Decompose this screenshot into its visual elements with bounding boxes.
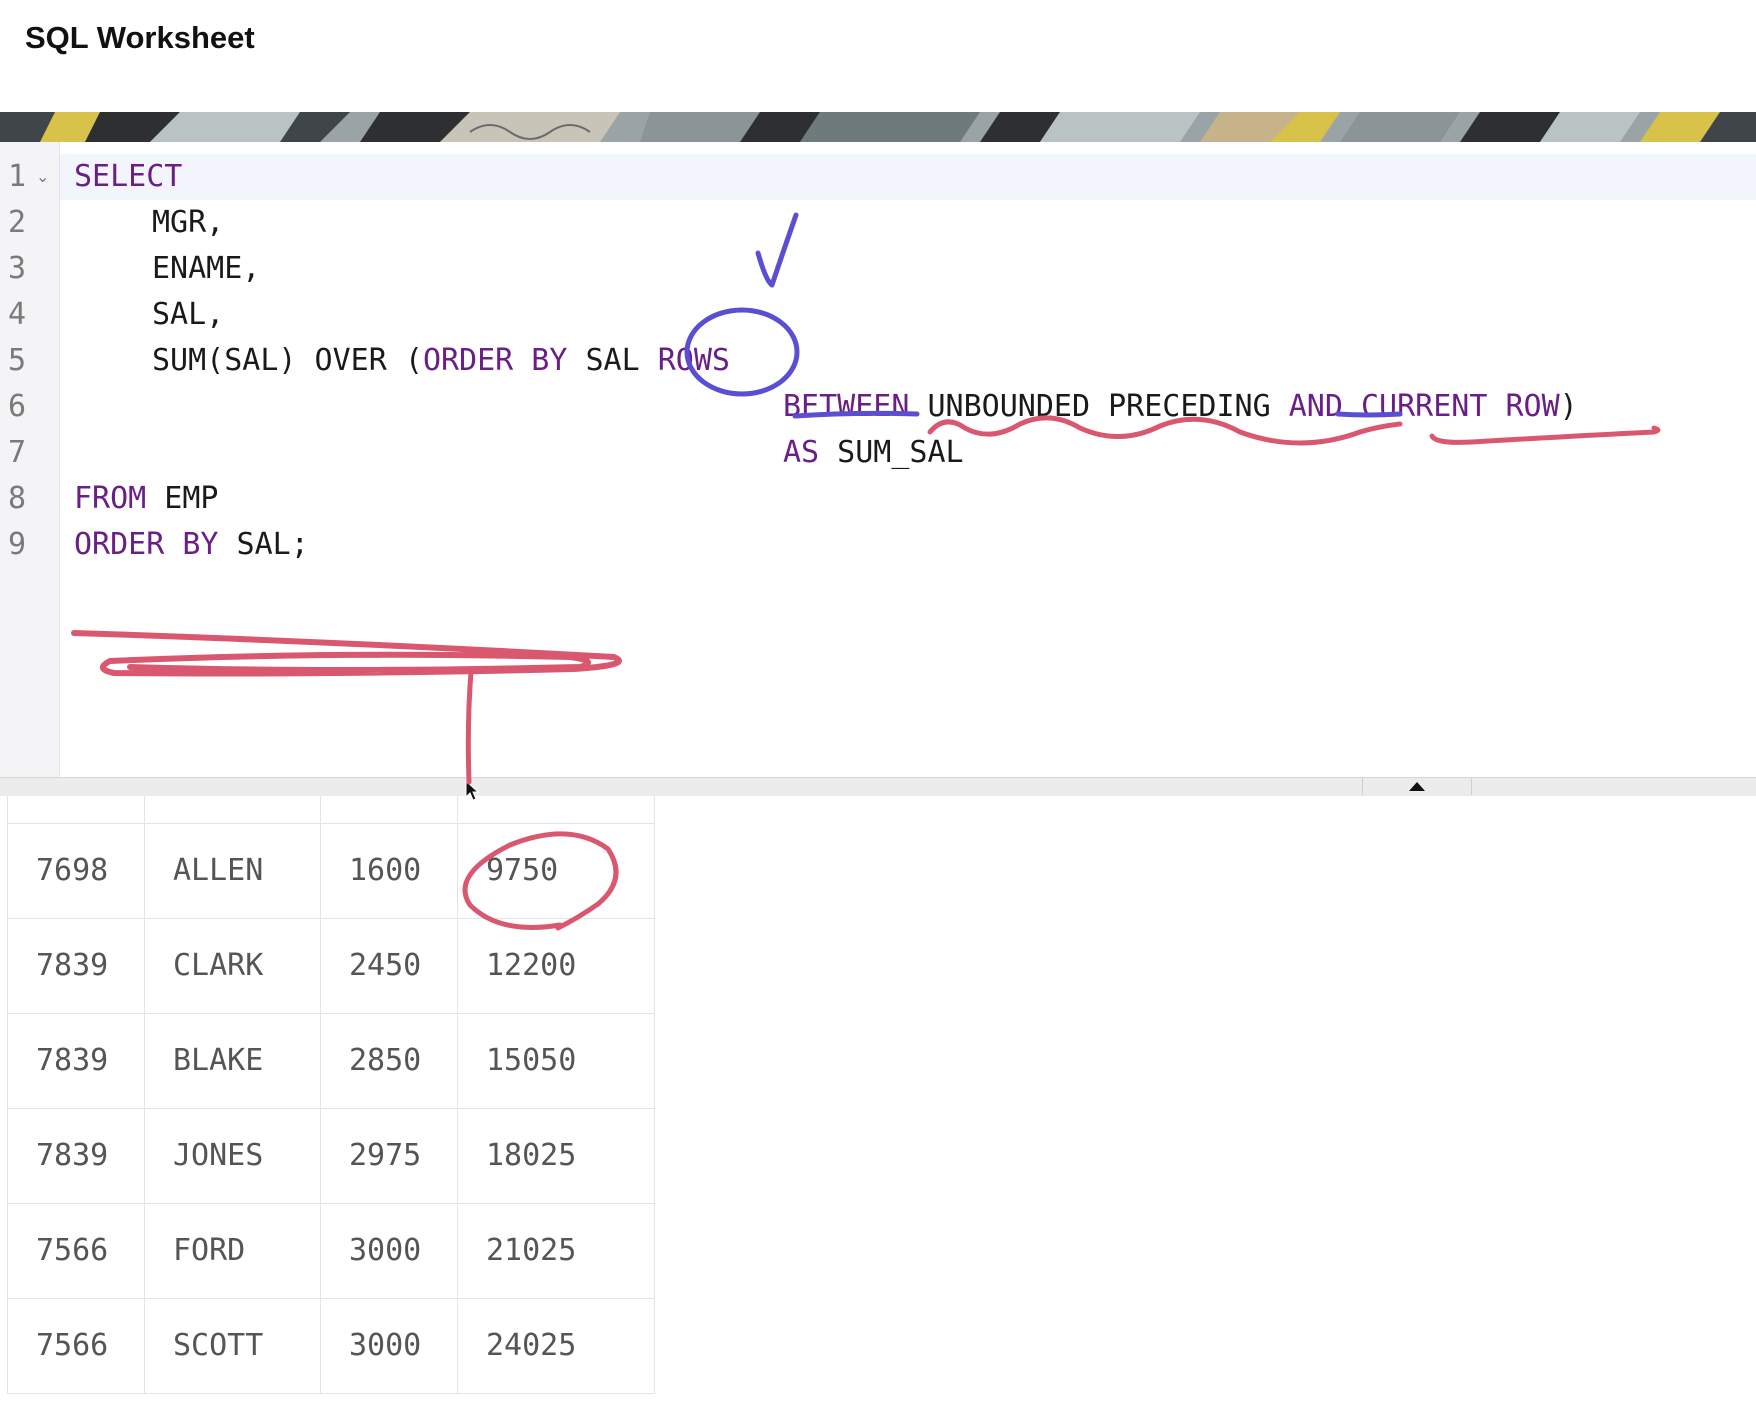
keyword-select: SELECT (74, 159, 183, 194)
table-row[interactable]: 7566 FORD 3000 21025 (7, 1202, 655, 1299)
table-row[interactable]: 7839 BLAKE 2850 15050 (7, 1012, 655, 1109)
keyword-current-row: CURRENT ROW (1342, 389, 1560, 424)
worksheet-title: SQL Worksheet (25, 20, 255, 55)
closing-paren: ) (1559, 389, 1578, 424)
cell-sum-sal[interactable]: 9750 (457, 822, 655, 919)
caret-up-icon (1409, 782, 1425, 791)
keyword-between: BETWEEN (783, 389, 910, 424)
keyword-and: AND (1288, 389, 1343, 424)
chevron-down-icon[interactable]: ⌄ (36, 154, 49, 200)
results-pane: 7698 ALLEN 1600 9750 7839 CLARK 2450 122… (0, 796, 1756, 1416)
cell-sum-sal[interactable]: 15050 (457, 1012, 655, 1109)
table-header-cell[interactable] (7, 796, 145, 824)
pane-splitter[interactable] (0, 777, 1756, 797)
cell-sum-sal[interactable]: 24025 (457, 1297, 655, 1394)
cell-sal[interactable]: 2975 (320, 1107, 458, 1204)
column-sal: SAL, (152, 297, 225, 332)
line-number: 6 (8, 389, 27, 424)
decorative-banner (0, 112, 1756, 142)
line-number: 2 (8, 205, 27, 240)
frame-start: UNBOUNDED PRECEDING (909, 389, 1289, 424)
table-header-cell[interactable] (320, 796, 458, 824)
line-number-gutter: 1 ⌄ 2 3 4 5 6 7 8 9 (0, 142, 60, 777)
column-mgr: MGR, (152, 205, 225, 240)
code-line-6: BETWEEN UNBOUNDED PRECEDING AND CURRENT … (783, 384, 1578, 430)
keyword-rows: ROWS (657, 343, 730, 378)
cell-mgr[interactable]: 7698 (7, 822, 145, 919)
cell-mgr[interactable]: 7566 (7, 1297, 145, 1394)
cell-mgr[interactable]: 7839 (7, 1012, 145, 1109)
mouse-pointer-icon (465, 780, 480, 801)
cell-ename[interactable]: BLAKE (144, 1012, 321, 1109)
code-line-4: SAL, (152, 292, 224, 338)
cell-ename[interactable]: FORD (144, 1202, 321, 1299)
order-column: SAL (567, 343, 658, 378)
results-table: 7698 ALLEN 1600 9750 7839 CLARK 2450 122… (7, 796, 655, 1394)
code-line-5: SUM(SAL) OVER (ORDER BY SAL ROWS (152, 338, 730, 384)
cell-ename[interactable]: ALLEN (144, 822, 321, 919)
code-line-7: AS SUM_SAL (783, 430, 964, 476)
sql-editor[interactable]: 1 ⌄ 2 3 4 5 6 7 8 9 SELECT MGR, ENAME, S… (0, 142, 1756, 777)
cell-sal[interactable]: 2850 (320, 1012, 458, 1109)
line-number: 8 (8, 481, 27, 516)
line-number: 4 (8, 297, 27, 332)
column-ename: ENAME, (152, 251, 261, 286)
cell-ename[interactable]: CLARK (144, 917, 321, 1014)
active-line-highlight (0, 154, 1756, 200)
table-row[interactable]: 7839 JONES 2975 18025 (7, 1107, 655, 1204)
cell-sal[interactable]: 2450 (320, 917, 458, 1014)
splitter-handle[interactable] (1362, 778, 1472, 795)
banner-pattern (0, 112, 1756, 142)
line-number: 5 (8, 343, 27, 378)
cell-sal[interactable]: 3000 (320, 1297, 458, 1394)
title-bar: SQL Worksheet (0, 0, 1756, 110)
cell-sal[interactable]: 3000 (320, 1202, 458, 1299)
table-row[interactable]: 7839 CLARK 2450 12200 (7, 917, 655, 1014)
code-line-2: MGR, (152, 200, 224, 246)
cell-mgr[interactable]: 7566 (7, 1202, 145, 1299)
table-row[interactable]: 7698 ALLEN 1600 9750 (7, 822, 655, 919)
cell-sum-sal[interactable]: 12200 (457, 917, 655, 1014)
alias-sum-sal: SUM_SAL (819, 435, 964, 470)
order-column: SAL; (218, 527, 309, 562)
line-number: 3 (8, 251, 27, 286)
table-header-cell[interactable] (144, 796, 321, 824)
cell-sal[interactable]: 1600 (320, 822, 458, 919)
code-line-3: ENAME, (152, 246, 260, 292)
keyword-as: AS (783, 435, 820, 470)
code-line-1: SELECT (74, 154, 182, 200)
cell-sum-sal[interactable]: 18025 (457, 1107, 655, 1204)
line-number: 9 (8, 527, 27, 562)
table-header-cell[interactable] (457, 796, 655, 824)
code-line-8: FROM EMP (74, 476, 219, 522)
cell-ename[interactable]: SCOTT (144, 1297, 321, 1394)
table-header-row (7, 796, 655, 824)
keyword-order-by: ORDER BY (422, 343, 568, 378)
code-line-9: ORDER BY SAL; (74, 522, 309, 568)
cell-ename[interactable]: JONES (144, 1107, 321, 1204)
keyword-order-by: ORDER BY (74, 527, 219, 562)
table-row[interactable]: 7566 SCOTT 3000 24025 (7, 1297, 655, 1394)
cell-mgr[interactable]: 7839 (7, 1107, 145, 1204)
window-function: SUM(SAL) OVER ( (152, 343, 423, 378)
keyword-from: FROM (74, 481, 147, 516)
table-emp: EMP (146, 481, 219, 516)
cell-sum-sal[interactable]: 21025 (457, 1202, 655, 1299)
cell-mgr[interactable]: 7839 (7, 917, 145, 1014)
line-number: 7 (8, 435, 27, 470)
